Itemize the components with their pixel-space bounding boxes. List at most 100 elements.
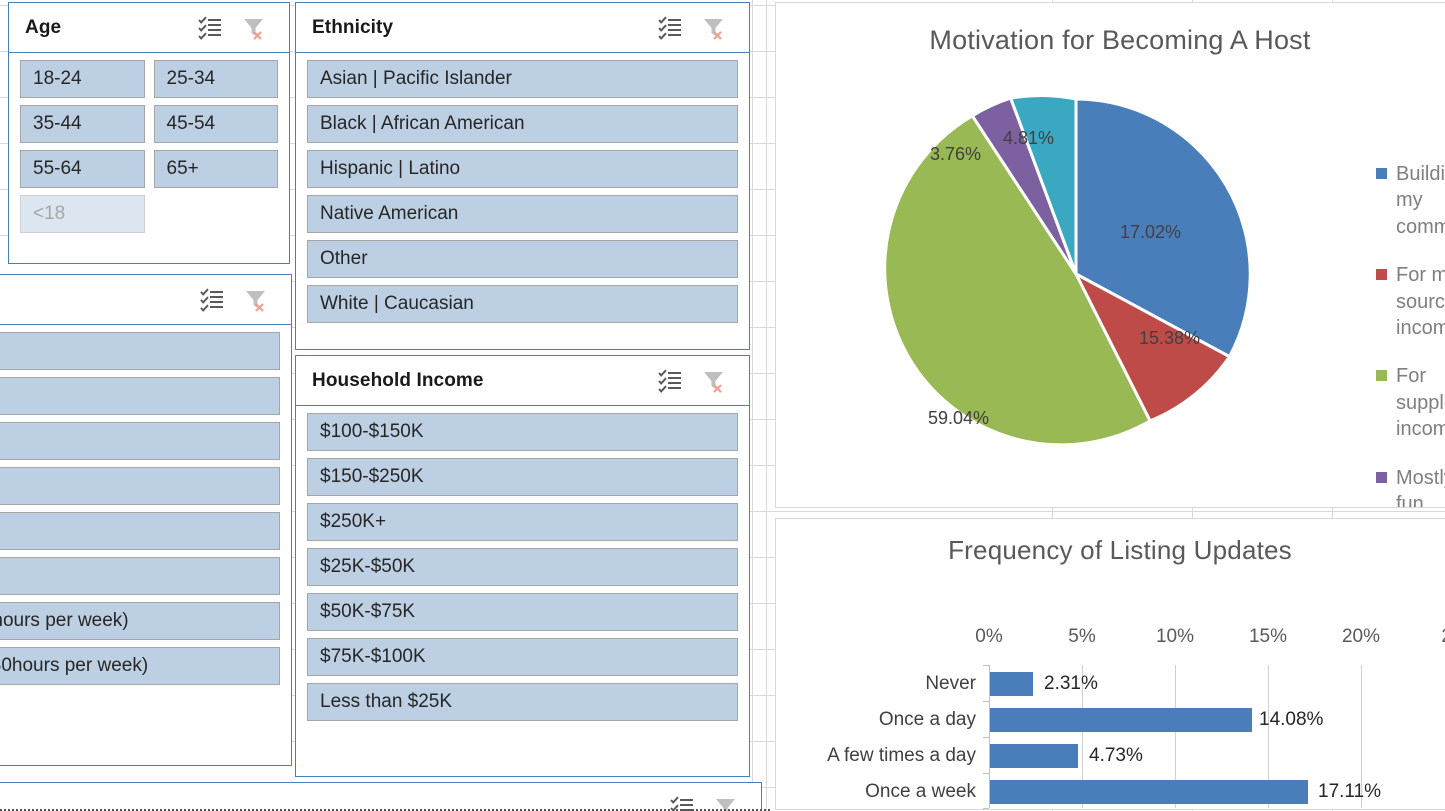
pie-data-label-red: 15.38% [1139, 328, 1201, 348]
slicer-item[interactable]: $100-$150K [307, 413, 738, 451]
legend-label: For supplemental income [1396, 365, 1445, 441]
bar-value-label: 2.31% [1044, 673, 1098, 694]
slicer-household-income[interactable]: Household Income $100-$150K $150-$250K $… [295, 355, 750, 777]
slicer-age-header: Age [9, 3, 289, 53]
slicer-item[interactable]: Homemaker [0, 377, 280, 415]
slicer-item[interactable]: Student [0, 512, 280, 550]
slicer-item[interactable]: Unemployed but looking [0, 557, 280, 595]
legend-entry[interactable]: Building my community [1376, 161, 1445, 240]
bar-axis-tick-label: 20% [1341, 626, 1381, 647]
slicer-item[interactable]: $250K+ [307, 503, 738, 541]
bar-category-label: Once a week [865, 781, 976, 802]
slicer-employment-status[interactable]: Employment Status Disabled Ho [0, 274, 292, 766]
slicer-item[interactable]: White | Caucasian [307, 285, 738, 323]
slicer-age[interactable]: Age 18-24 25-34 35-44 45-54 55-64 65+ <1… [8, 2, 290, 264]
slicer-item[interactable]: Self-employed [0, 467, 280, 505]
legend-label: Building my community [1396, 163, 1445, 238]
slicer-item[interactable]: $75K-$100K [307, 638, 738, 676]
pie-data-label-blue: 17.02% [1120, 222, 1182, 242]
slicer-item[interactable]: Employed part-time (8 - 30hours per week… [0, 647, 280, 685]
bar-chart-title: Frequency of Listing Updates [948, 535, 1292, 565]
slicer-item[interactable]: 65+ [153, 150, 278, 188]
legend-entry[interactable]: For supplemental income [1376, 363, 1445, 442]
slicer-household-income-title: Household Income [312, 369, 484, 391]
slicer-item-disabled[interactable]: <18 [20, 195, 145, 233]
pie-chart-legend: Building my community For main source of… [1376, 161, 1445, 507]
pie-data-label-green: 59.04% [928, 408, 990, 428]
bar-category-label: Never [925, 673, 976, 694]
bar-chart-plot-area: 0% 5% 10% 15% 20% 25 Never 2.31% [776, 566, 1445, 809]
slicer-item[interactable]: 25-34 [153, 60, 278, 98]
slicer-employment-status-title: Employment Status [0, 289, 199, 311]
bar-axis-tick-label: 0% [975, 626, 1003, 647]
slicer-education-level[interactable]: Education Level [0, 782, 762, 811]
slicer-item[interactable]: Employed full-time (>30 hours per week) [0, 602, 280, 640]
slicer-age-title: Age [25, 16, 62, 38]
pie-chart-plot-area: 3.76% 4.81% 17.02% 15.38% 59.04% Buildin… [776, 56, 1445, 507]
bar-rect[interactable] [990, 744, 1078, 768]
multi-select-checklist-icon[interactable] [657, 15, 683, 41]
legend-swatch-green-icon [1376, 370, 1387, 382]
bar-axis-tick-label: 5% [1068, 626, 1096, 647]
bar-category-label: A few times a day [827, 745, 976, 766]
multi-select-checklist-icon[interactable] [657, 368, 683, 394]
slicer-item-placeholder [154, 195, 279, 233]
bar-value-label: 4.73% [1089, 745, 1143, 766]
multi-select-checklist-icon[interactable] [197, 15, 223, 41]
slicer-household-income-header: Household Income [296, 356, 749, 406]
bar-value-label: 14.08% [1259, 709, 1324, 730]
bar-row[interactable]: Never 2.31% [925, 667, 1445, 701]
slicer-item[interactable]: 45-54 [153, 105, 278, 143]
slicer-item[interactable]: Hispanic | Latino [307, 150, 738, 188]
bar-axis-tick-label: 25 [1441, 626, 1445, 648]
slicer-item[interactable]: $150-$250K [307, 458, 738, 496]
slicer-education-level-header: Education Level [0, 783, 761, 811]
pie-data-label-teal: 4.81% [1003, 128, 1055, 148]
slicer-age-items: 18-24 25-34 35-44 45-54 55-64 65+ <18 [9, 53, 289, 233]
slicer-item[interactable]: Disabled [0, 332, 280, 370]
clear-filter-funnel-icon[interactable] [701, 15, 727, 41]
multi-select-checklist-icon[interactable] [199, 287, 225, 313]
legend-entry[interactable]: For main source of income [1376, 262, 1445, 341]
slicer-item[interactable]: Retired [0, 422, 280, 460]
bar-category-label: Once a day [878, 709, 976, 730]
slicer-item[interactable]: Native American [307, 195, 738, 233]
pie-chart-svg [886, 93, 1252, 447]
slicer-ethnicity[interactable]: Ethnicity Asian | Pacific Islander Black… [295, 2, 750, 350]
slicer-item[interactable]: 55-64 [20, 150, 145, 188]
slicer-item[interactable]: Less than $25K [307, 683, 738, 721]
pie-data-label-purple: 3.76% [930, 144, 982, 164]
slicer-item[interactable]: Asian | Pacific Islander [307, 60, 738, 98]
legend-label: For main source of income [1396, 264, 1445, 339]
slicer-item[interactable]: $50K-$75K [307, 593, 738, 631]
bar-value-label: 17.11% [1318, 781, 1382, 802]
slicer-ethnicity-header: Ethnicity [296, 3, 749, 53]
slicer-item[interactable]: Black | African American [307, 105, 738, 143]
slicer-ethnicity-title: Ethnicity [312, 16, 394, 38]
clear-filter-funnel-icon[interactable] [241, 15, 267, 41]
bar-rect[interactable] [990, 780, 1308, 804]
clear-filter-funnel-icon[interactable] [243, 287, 269, 313]
slicer-item[interactable]: $25K-$50K [307, 548, 738, 586]
bar-row[interactable]: A few times a day 4.73% [827, 739, 1445, 773]
chart-panel-listing-updates-bar[interactable]: Frequency of Listing Updates 0% 5% 10% 1… [775, 518, 1445, 810]
slicer-item[interactable]: 35-44 [20, 105, 145, 143]
chart-panel-motivation-pie[interactable]: Motivation for Becoming A Host 3.76% 4.8… [775, 2, 1445, 508]
bar-rect[interactable] [990, 708, 1252, 732]
bar-axis-tick-label: 15% [1248, 626, 1288, 647]
excel-dashboard-worksheet: Age 18-24 25-34 35-44 45-54 55-64 65+ <1… [0, 0, 1445, 811]
bar-row[interactable]: Once a week 17.11% [865, 775, 1445, 809]
bar-rect[interactable] [990, 672, 1033, 696]
legend-swatch-red-icon [1376, 269, 1387, 281]
clear-filter-funnel-icon[interactable] [701, 368, 727, 394]
bar-row[interactable]: Once a day 14.08% [879, 703, 1445, 737]
legend-swatch-blue-icon [1376, 168, 1387, 179]
legend-swatch-purple-icon [1376, 471, 1387, 483]
slicer-ethnicity-items: Asian | Pacific Islander Black | African… [296, 53, 749, 323]
slicer-item[interactable]: Other [307, 240, 738, 278]
pie-chart-title: Motivation for Becoming A Host [929, 25, 1311, 55]
legend-entry[interactable]: Mostly for fun [1376, 465, 1445, 507]
slicer-item[interactable]: 18-24 [20, 60, 145, 98]
slicer-employment-status-header: Employment Status [0, 275, 291, 325]
slicer-household-income-items: $100-$150K $150-$250K $250K+ $25K-$50K $… [296, 406, 749, 721]
